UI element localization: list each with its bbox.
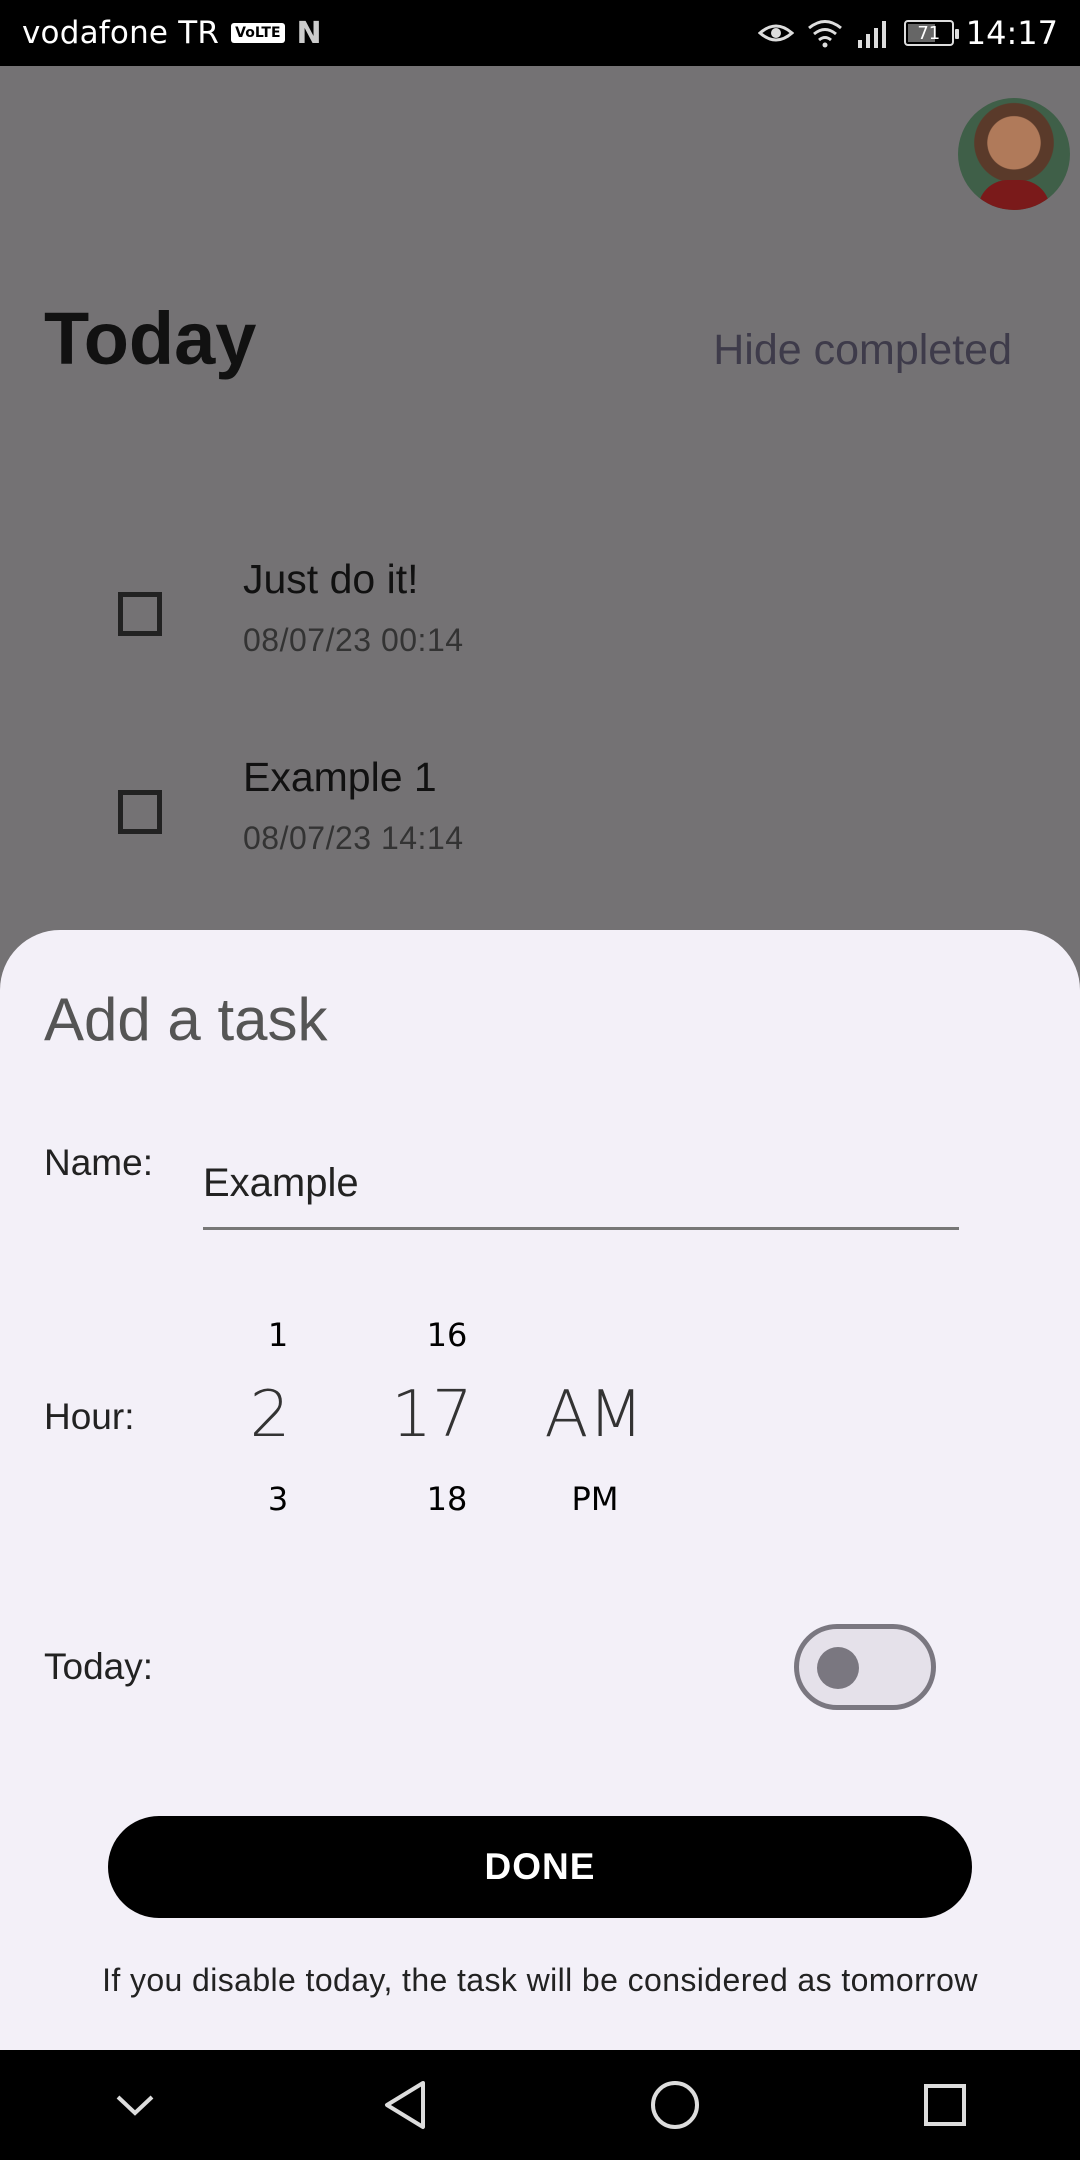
minute-next[interactable]: 18 xyxy=(387,1480,507,1518)
back-icon xyxy=(385,2081,425,2129)
task-date: 08/07/23 14:14 xyxy=(243,820,464,856)
task-checkbox[interactable] xyxy=(118,790,162,834)
nav-collapse-button[interactable] xyxy=(85,2055,185,2155)
today-hint-text: If you disable today, the task will be c… xyxy=(102,1962,978,1998)
volte-icon: VoLTE xyxy=(231,23,285,43)
netflix-notification-icon: N xyxy=(296,15,322,51)
sheet-title: Add a task xyxy=(44,986,328,1053)
home-icon xyxy=(651,2081,699,2129)
hide-completed-button[interactable]: Hide completed xyxy=(713,326,1012,375)
nav-home-button[interactable] xyxy=(625,2055,725,2155)
add-task-sheet: Add a task Name: Hour: 1 2 3 16 17 18 AM… xyxy=(0,930,1080,2050)
battery-icon: 71 xyxy=(903,20,959,46)
wifi-icon xyxy=(807,20,842,48)
hour-label: Hour: xyxy=(44,1396,135,1437)
period-next[interactable]: PM xyxy=(535,1480,655,1518)
hour-selected[interactable]: 2 xyxy=(190,1378,350,1452)
today-label: Today: xyxy=(44,1646,154,1687)
task-date: 08/07/23 00:14 xyxy=(243,622,464,658)
task-item[interactable]: Just do it! 08/07/23 00:14 xyxy=(0,556,1080,696)
task-checkbox[interactable] xyxy=(118,592,162,636)
minute-prev[interactable]: 16 xyxy=(387,1316,507,1354)
signal-icon xyxy=(857,21,886,48)
recents-icon xyxy=(924,2084,966,2126)
today-toggle[interactable] xyxy=(794,1624,936,1710)
name-input[interactable] xyxy=(203,1140,959,1230)
hour-prev[interactable]: 1 xyxy=(218,1316,338,1354)
battery-level: 71 xyxy=(917,22,941,44)
task-name: Just do it! xyxy=(243,556,419,602)
status-bar-right: 71 14:17 xyxy=(757,14,1058,52)
nav-back-button[interactable] xyxy=(355,2055,455,2155)
eye-icon xyxy=(757,24,794,42)
page-title: Today xyxy=(44,297,257,380)
nav-recents-button[interactable] xyxy=(895,2055,995,2155)
status-bar: vodafone TR VoLTE N 71 14:17 xyxy=(0,0,1080,66)
chevron-down-icon xyxy=(116,2095,154,2116)
hour-next[interactable]: 3 xyxy=(218,1480,338,1518)
status-bar-left: vodafone TR VoLTE N xyxy=(22,15,322,51)
minute-selected[interactable]: 17 xyxy=(352,1378,512,1452)
task-name: Example 1 xyxy=(243,754,437,800)
clock: 14:17 xyxy=(965,14,1058,52)
name-label: Name: xyxy=(44,1142,153,1183)
system-nav-bar xyxy=(0,2050,1080,2160)
profile-avatar[interactable] xyxy=(958,98,1070,210)
task-item[interactable]: Example 1 08/07/23 14:14 xyxy=(0,754,1080,894)
period-selected[interactable]: AM xyxy=(514,1378,674,1452)
carrier-name: vodafone TR xyxy=(22,15,220,51)
toggle-knob xyxy=(817,1647,859,1689)
done-button[interactable]: DONE xyxy=(108,1816,972,1918)
